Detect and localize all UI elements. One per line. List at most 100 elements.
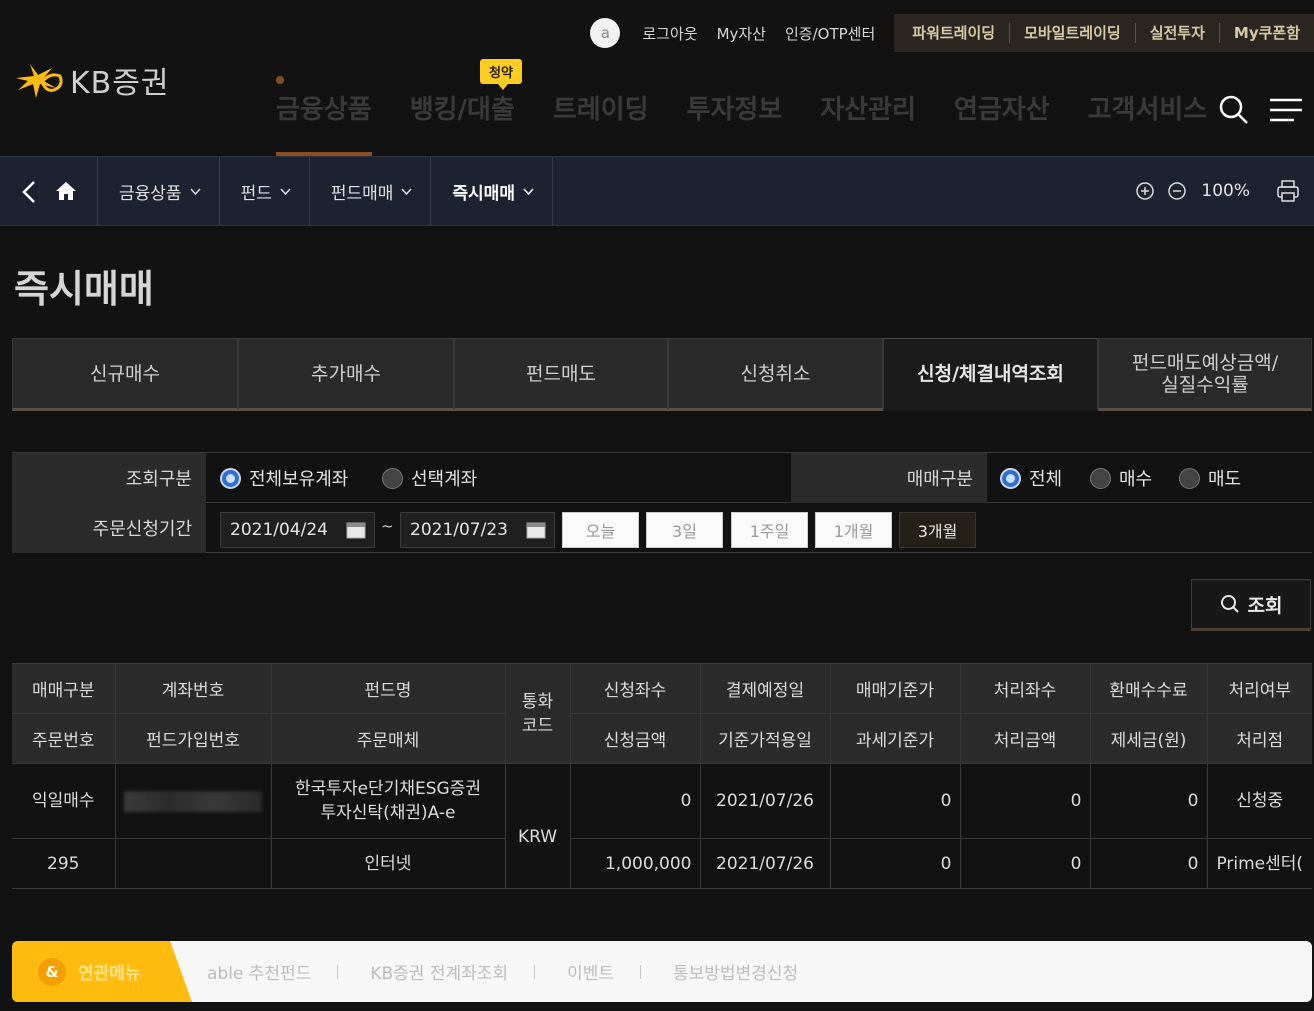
- nav-label: 금융상품: [276, 95, 372, 125]
- period-1week-button[interactable]: 1주일: [731, 512, 808, 548]
- col-price-apply-date: 기준가적용일: [699, 713, 831, 764]
- cell-fund-join-no: [114, 838, 272, 889]
- active-dot: [276, 76, 284, 84]
- my-coupon-link[interactable]: My쿠폰함: [1218, 23, 1314, 43]
- table-header-row: 주문번호 펀드가입번호 주문매체 신청금액 기준가적용일 과세기준가 처리금액 …: [12, 713, 1312, 764]
- kb-logo[interactable]: KB증권: [12, 58, 169, 102]
- radio-label: 전체: [1029, 469, 1063, 490]
- page-tools: 100%: [1135, 157, 1300, 225]
- zoom-level: 100%: [1201, 181, 1250, 201]
- breadcrumb-instant-trade[interactable]: 즉시매매: [430, 157, 553, 225]
- zoom-out-icon[interactable]: [1167, 181, 1187, 201]
- related-link-event[interactable]: 이벤트: [567, 959, 640, 984]
- cell-order-no: 295: [12, 838, 116, 889]
- radio-label: 매도: [1208, 469, 1242, 490]
- cell-fund-name[interactable]: 한국투자e단기채ESG증권 투자신탁(채권)A-e: [270, 763, 506, 839]
- tab-fund-sell[interactable]: 펀드매도: [454, 338, 668, 411]
- real-invest-link[interactable]: 실전투자: [1134, 23, 1219, 43]
- divider: [337, 964, 339, 979]
- cell-trade-type: 익일매수: [12, 763, 116, 839]
- tab-additional-buy[interactable]: 추가매수: [238, 338, 454, 411]
- tab-new-buy[interactable]: 신규매수: [12, 338, 238, 411]
- power-trading-link[interactable]: 파워트레이딩: [894, 23, 1009, 43]
- related-link-all-accounts[interactable]: KB증권 전계좌조회: [370, 959, 534, 984]
- nav-financial-products[interactable]: 금융상품: [276, 76, 372, 156]
- search-form: 조회구분 전체보유계좌 선택계좌 매매구분 전체 매수 매도 주문신청기간 20…: [12, 452, 1312, 553]
- radio-select-account[interactable]: 선택계좌: [382, 453, 477, 503]
- search-icon[interactable]: [1218, 94, 1250, 126]
- cell-tax: 0: [1089, 838, 1208, 889]
- table-row: 295 인터넷 1,000,000 2021/07/26 0 0 0 Prime…: [12, 838, 1312, 889]
- col-proc-units: 처리좌수: [959, 663, 1091, 714]
- back-arrow-icon[interactable]: [18, 179, 40, 205]
- radio-trade-buy[interactable]: 매수: [1090, 453, 1152, 503]
- col-trade-type: 매매구분: [12, 663, 116, 714]
- cell-tax-base-price: 0: [829, 838, 961, 889]
- nav-invest-info[interactable]: 투자정보: [687, 84, 783, 156]
- radio-all-accounts[interactable]: 전체보유계좌: [220, 453, 348, 503]
- nav-pension[interactable]: 연금자산: [954, 84, 1050, 156]
- period-3day-button[interactable]: 3일: [646, 512, 723, 548]
- cell-branch: Prime센터(: [1206, 838, 1312, 889]
- period-today-button[interactable]: 오늘: [562, 512, 639, 548]
- cell-currency: KRW: [504, 763, 571, 889]
- period-row: 주문신청기간 2021/04/24 ~ 2021/07/23 오늘 3일 1주일…: [12, 503, 1312, 553]
- cell-proc-amount: 0: [959, 838, 1091, 889]
- nav-label: 연금자산: [953, 95, 1050, 125]
- logo-text: KB증권: [70, 66, 170, 101]
- query-row: 조회구분 전체보유계좌 선택계좌 매매구분 전체 매수 매도: [12, 453, 1312, 503]
- radio-trade-sell[interactable]: 매도: [1179, 453, 1241, 503]
- radio-label: 전체보유계좌: [249, 469, 349, 490]
- kb-star-icon: [16, 64, 63, 98]
- radio-trade-all[interactable]: 전체: [1000, 453, 1062, 503]
- col-account-no: 계좌번호: [114, 663, 272, 714]
- avatar[interactable]: a: [590, 18, 621, 48]
- radio-label: 매수: [1119, 469, 1153, 490]
- period-3month-button[interactable]: 3개월: [899, 512, 976, 548]
- date-to-field[interactable]: 2021/07/23: [400, 512, 555, 548]
- breadcrumb-fund[interactable]: 펀드: [218, 157, 309, 225]
- period-1month-button[interactable]: 1개월: [815, 512, 892, 548]
- tab-cancel-request[interactable]: 신청취소: [668, 338, 883, 411]
- nav-asset-mgmt[interactable]: 자산관리: [820, 84, 916, 156]
- breadcrumb-financial-products[interactable]: 금융상품: [97, 157, 219, 225]
- related-menu-bar: & 연관메뉴 able 추천펀드 KB증권 전계좌조회 이벤트 통보방법변경신청: [12, 941, 1312, 1002]
- cell-redemption-fee: 0: [1089, 763, 1208, 839]
- breadcrumb-fund-trade[interactable]: 펀드매매: [308, 157, 431, 225]
- tab-bar: 신규매수 추가매수 펀드매도 신청취소 신청/체결내역조회 펀드매도예상금액/ …: [12, 338, 1312, 411]
- date-from-value: 2021/04/24: [230, 520, 328, 540]
- logout-link[interactable]: 로그아웃: [642, 23, 697, 44]
- divider: [639, 964, 641, 979]
- nav-banking-loan[interactable]: 뱅킹/대출: [410, 84, 515, 156]
- related-link-able-fund[interactable]: able 추천펀드: [207, 959, 337, 984]
- nav-label: 투자정보: [686, 95, 783, 125]
- hamburger-menu-icon[interactable]: [1268, 97, 1302, 123]
- date-from-field[interactable]: 2021/04/24: [220, 512, 375, 548]
- nav-label: 트레이딩: [552, 95, 649, 125]
- nav-customer-service[interactable]: 고객서비스: [1088, 84, 1208, 156]
- col-base-price: 매매기준가: [829, 663, 961, 714]
- utility-bar: a 로그아웃 My자산 인증/OTP센터 파워트레이딩 모바일트레이딩 실전투자…: [590, 14, 1314, 52]
- date-to-value: 2021/07/23: [410, 520, 508, 540]
- col-proc-amount: 처리금액: [959, 713, 1091, 764]
- tab-expected-amount[interactable]: 펀드매도예상금액/ 실질수익률: [1098, 338, 1312, 411]
- my-assets-link[interactable]: My자산: [717, 23, 766, 44]
- mobile-trading-link[interactable]: 모바일트레이딩: [1009, 23, 1135, 43]
- calendar-icon[interactable]: [346, 521, 366, 539]
- main-nav: 금융상품 뱅킹/대출 트레이딩 투자정보 자산관리 연금자산 고객서비스: [276, 76, 1245, 156]
- home-icon[interactable]: [54, 179, 78, 203]
- related-menu-icon: &: [38, 957, 66, 986]
- calendar-icon[interactable]: [526, 521, 546, 539]
- col-fund-join-no: 펀드가입번호: [114, 713, 272, 764]
- zoom-in-icon[interactable]: [1135, 181, 1155, 201]
- nav-trading[interactable]: 트레이딩: [553, 84, 649, 156]
- nav-label: 고객서비스: [1087, 95, 1208, 125]
- chevron-down-icon: [401, 187, 412, 195]
- otp-center-link[interactable]: 인증/OTP센터: [785, 23, 875, 44]
- tab-history[interactable]: 신청/체결내역조회: [883, 338, 1098, 411]
- search-button[interactable]: 조회: [1191, 579, 1311, 631]
- trade-type-label: 매매구분: [791, 453, 987, 503]
- date-separator: ~: [381, 517, 394, 535]
- print-icon[interactable]: [1276, 179, 1300, 203]
- related-link-notify-change[interactable]: 통보방법변경신청: [673, 959, 824, 984]
